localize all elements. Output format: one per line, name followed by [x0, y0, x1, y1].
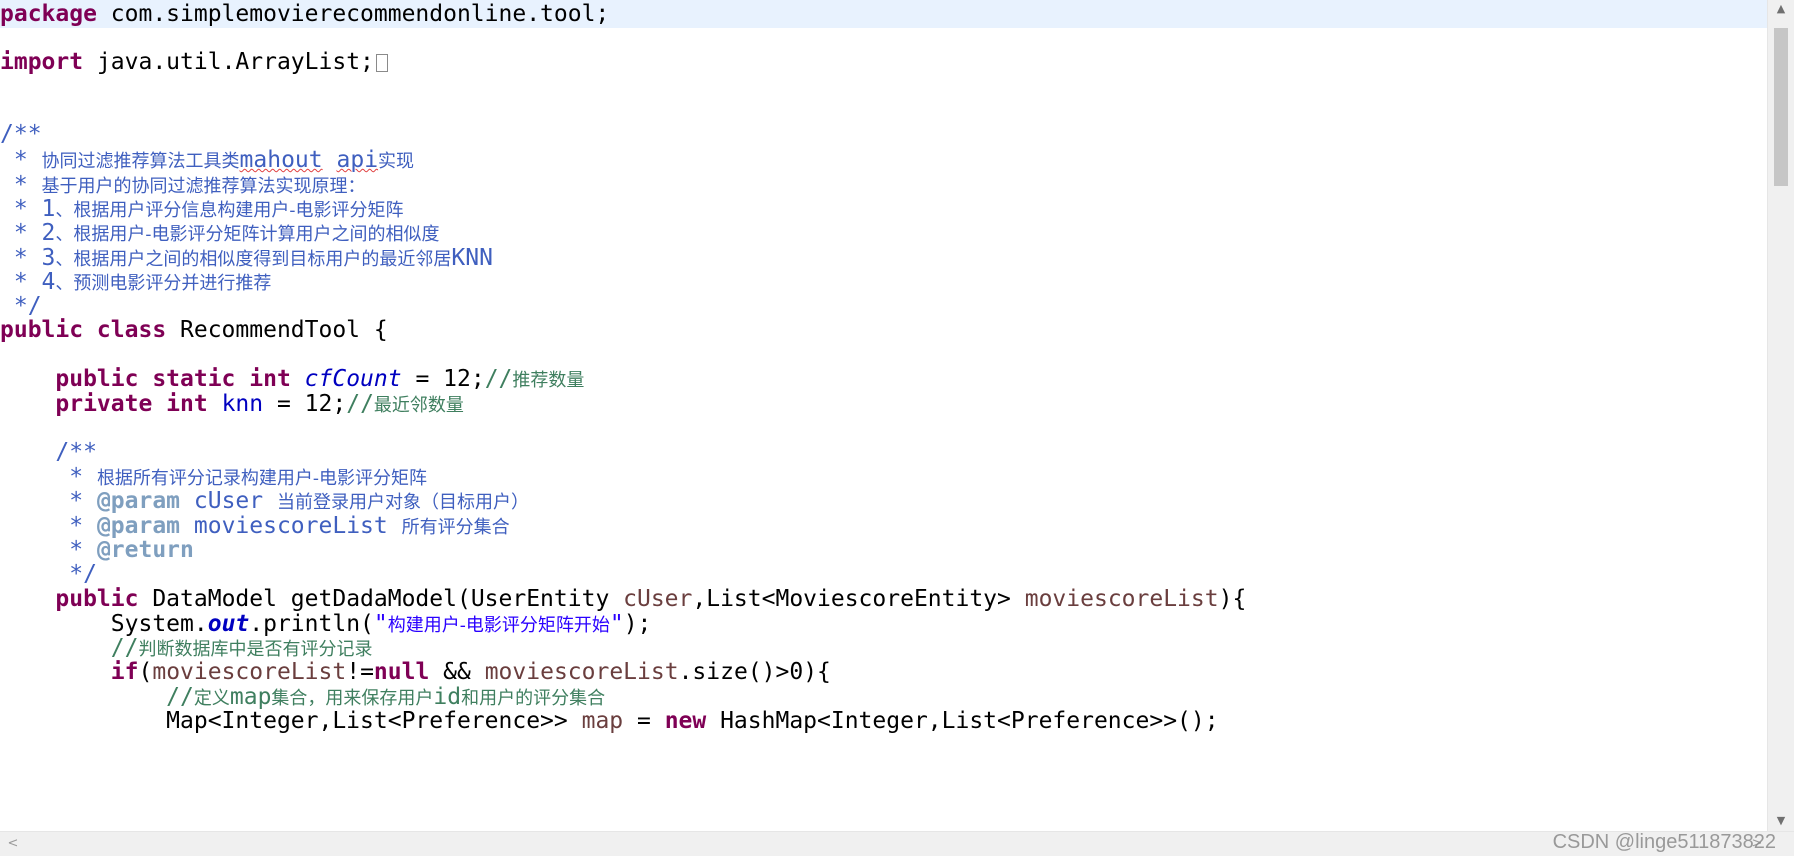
code-text: Map<Integer,List<Preference>>	[166, 708, 582, 734]
param-name: cUser	[623, 586, 693, 612]
package-name: com.simplemovierecommendonline.tool;	[96, 1, 610, 27]
keyword: public class	[0, 317, 167, 343]
keyword: package	[0, 1, 97, 27]
keyword: public	[55, 586, 139, 612]
code-line-class[interactable]: public class RecommendTool {	[0, 316, 1768, 344]
doc-text: 协同过滤推荐算法工具类	[41, 151, 240, 172]
keyword: public static int	[55, 366, 291, 392]
doc-text: 所有评分集合	[401, 517, 510, 538]
doc-open: /**	[0, 121, 42, 147]
code-line-map[interactable]: Map<Integer,List<Preference>> map = new …	[0, 707, 1768, 735]
line-comment-text: 集合，用来保存用户	[271, 688, 434, 709]
doc-star: * 2	[0, 220, 56, 246]
fold-marker-icon[interactable]	[375, 54, 388, 72]
doc-text: 、根据用户-电影评分矩阵计算用户之间的相似度	[55, 224, 440, 245]
scroll-left-icon[interactable]: <	[6, 836, 20, 852]
line-comment-text: 定义	[193, 688, 230, 709]
keyword: private int	[55, 391, 208, 417]
doc-param-name: cUser	[180, 488, 277, 514]
line-comment: //	[346, 391, 374, 417]
doc-word-api: api	[336, 147, 379, 173]
class-name: RecommendTool {	[166, 317, 388, 343]
horizontal-scrollbar[interactable]: < >	[0, 831, 1794, 856]
doc-text: 当前登录用户对象（目标用户）	[276, 492, 529, 513]
doc-close: */	[55, 561, 97, 587]
param-name: moviescoreList	[1024, 586, 1219, 612]
code-line-mdoc-param1[interactable]: * @param cUser 当前登录用户对象（目标用户）	[0, 487, 1768, 515]
code-text: .size()>0){	[678, 659, 831, 685]
doc-word-mahout: mahout	[239, 147, 323, 173]
code-line-field-knn[interactable]: private int knn = 12;//最近邻数量	[0, 390, 1768, 418]
field-name: cfCount	[304, 366, 402, 392]
code-line-import[interactable]: import java.util.ArrayList;	[0, 48, 1768, 76]
field-value: = 12;	[263, 391, 347, 417]
param-name: moviescoreList	[152, 659, 347, 685]
method-signature: ){	[1218, 586, 1247, 612]
import-name: java.util.ArrayList;	[83, 49, 374, 75]
code-line-package[interactable]: package com.simplemovierecommendonline.t…	[0, 0, 1768, 28]
doc-text: 、根据用户之间的相似度得到目标用户的最近邻居	[55, 249, 452, 270]
doc-text: 实现	[378, 151, 415, 172]
code-text: =	[623, 708, 665, 734]
vertical-scrollbar[interactable]: ▲ ▼	[1767, 0, 1794, 832]
local-var: map	[581, 708, 624, 734]
field-name: knn	[221, 391, 264, 417]
doc-space	[323, 147, 337, 173]
param-name: moviescoreList	[484, 659, 679, 685]
code-line-mdoc-close[interactable]: */	[0, 560, 1768, 588]
line-comment-text: 判断数据库中是否有评分记录	[138, 639, 373, 660]
scrollbar-thumb[interactable]	[1774, 28, 1788, 186]
keyword: new	[664, 708, 707, 734]
keyword: if	[110, 659, 139, 685]
doc-open: /**	[55, 439, 97, 465]
scroll-up-icon[interactable]: ▲	[1774, 3, 1788, 14]
doc-text: 根据所有评分记录构建用户-电影评分矩阵	[96, 468, 428, 489]
code-text: (	[138, 659, 153, 685]
doc-tag: @param	[96, 488, 181, 514]
doc-star: *	[55, 488, 97, 514]
code-line-doc-open[interactable]: /**	[0, 120, 1768, 148]
method-signature: DataModel getDadaModel(UserEntity	[138, 586, 624, 612]
code-line-if[interactable]: if(moviescoreList!=null && moviescoreLis…	[0, 658, 1768, 686]
method-signature: ,List<MoviescoreEntity>	[692, 586, 1025, 612]
line-comment: //	[484, 366, 513, 392]
keyword: import	[0, 49, 84, 75]
scroll-down-icon[interactable]: ▼	[1774, 815, 1788, 826]
code-text: HashMap<Integer,List<Preference>>();	[706, 708, 1219, 734]
string-literal: 构建用户-电影评分矩阵开始	[387, 615, 610, 636]
code-line-doc-4[interactable]: * 2、根据用户-电影评分矩阵计算用户之间的相似度	[0, 219, 1768, 247]
code-line-doc-1[interactable]: * 协同过滤推荐算法工具类mahout api实现	[0, 146, 1768, 174]
field-value: = 12;	[401, 366, 485, 392]
code-text: &&	[429, 659, 485, 685]
code-line-method[interactable]: public DataModel getDadaModel(UserEntity…	[0, 585, 1768, 613]
code-text: !=	[346, 659, 374, 685]
code-line-mdoc-open[interactable]: /**	[0, 438, 1768, 466]
line-comment-text: 推荐数量	[512, 370, 585, 391]
line-comment-text: 最近邻数量	[373, 395, 464, 416]
code-line-field-cfcount[interactable]: public static int cfCount = 12;//推荐数量	[0, 365, 1768, 393]
line-comment-text: 和用户的评分集合	[461, 688, 606, 709]
watermark: CSDN @linge511873822	[1552, 831, 1776, 853]
doc-star: *	[0, 147, 42, 173]
keyword: null	[373, 659, 430, 685]
doc-text: 基于用户的协同过滤推荐算法实现原理：	[41, 176, 366, 197]
doc-text: 、预测电影评分并进行推荐	[55, 273, 272, 294]
doc-text: 、根据用户评分信息构建用户-电影评分矩阵	[55, 200, 404, 221]
code-editor[interactable]: package com.simplemovierecommendonline.t…	[0, 0, 1768, 832]
